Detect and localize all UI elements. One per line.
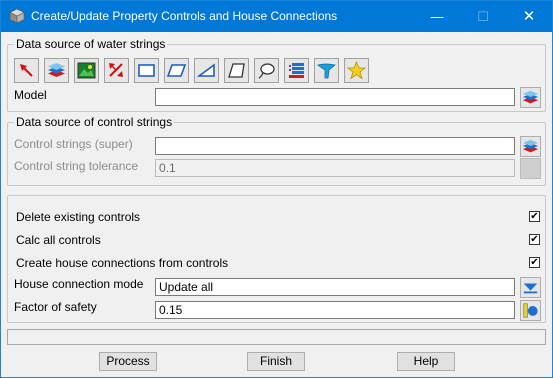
model-layers-icon <box>522 139 539 153</box>
model-layers-icon <box>48 63 65 77</box>
delete-controls-label: Delete existing controls <box>16 210 141 224</box>
view-picture-icon <box>77 62 96 79</box>
pick-arrow-icon <box>20 64 33 77</box>
model-tool-button[interactable] <box>44 58 69 83</box>
funnel-icon <box>317 63 336 79</box>
close-button[interactable]: ✕ <box>506 1 552 32</box>
model-label: Model <box>14 88 47 102</box>
water-strings-group-title: Data source of water strings <box>14 37 168 51</box>
polygon-tool-button[interactable] <box>164 58 189 83</box>
factor-safety-calc-button[interactable] <box>520 300 541 321</box>
house-connections-label: Create house connections from controls <box>16 256 229 270</box>
house-mode-label: House connection mode <box>14 277 144 291</box>
finish-button[interactable]: Finish <box>247 352 305 371</box>
factor-safety-input[interactable]: 0.15 <box>155 301 515 319</box>
control-strings-input[interactable] <box>155 137 515 155</box>
calc-controls-label: Calc all controls <box>16 233 101 247</box>
filter-cross-icon <box>109 63 123 77</box>
layers-stack-icon <box>289 63 304 78</box>
title-bar[interactable]: Create/Update Property Controls and Hous… <box>1 1 552 32</box>
minimize-button[interactable]: — <box>414 1 460 32</box>
house-mode-select[interactable]: Update all <box>155 278 515 296</box>
favourites-tool-button[interactable] <box>344 58 369 83</box>
triangle-tool-button[interactable] <box>194 58 219 83</box>
control-strings-label: Control strings (super) <box>14 137 133 151</box>
control-strings-picker-button[interactable] <box>520 136 541 157</box>
model-input[interactable] <box>155 88 515 106</box>
model-picker-button[interactable] <box>520 87 541 108</box>
house-mode-dropdown-button[interactable] <box>520 277 541 298</box>
app-cube-icon <box>9 8 25 24</box>
model-layers-icon <box>522 90 539 104</box>
status-bar <box>7 329 546 345</box>
control-tolerance-button[interactable] <box>520 158 541 179</box>
lasso-tool-button[interactable] <box>254 58 279 83</box>
chevron-down-icon <box>523 283 538 294</box>
lasso-icon <box>258 63 275 79</box>
pick-string-tool-button[interactable] <box>14 58 39 83</box>
process-button[interactable]: Process <box>99 352 157 371</box>
help-button[interactable]: Help <box>397 352 455 371</box>
star-icon <box>347 61 366 80</box>
dialog-window: Create/Update Property Controls and Hous… <box>0 0 553 378</box>
rectangle-icon <box>138 64 155 77</box>
tin-layers-tool-button[interactable] <box>284 58 309 83</box>
control-tolerance-input[interactable]: 0.1 <box>155 159 515 177</box>
house-connections-checkbox[interactable]: ✔ <box>529 257 540 268</box>
triangle-icon <box>197 63 215 77</box>
lasso-polygon-tool-button[interactable] <box>224 58 249 83</box>
filter-tool-button[interactable] <box>104 58 129 83</box>
function-tool-button[interactable] <box>314 58 339 83</box>
maximize-button[interactable]: ☐ <box>460 1 506 32</box>
control-tolerance-label: Control string tolerance <box>14 159 139 173</box>
calc-controls-checkbox[interactable]: ✔ <box>529 234 540 245</box>
control-strings-group-title: Data source of control strings <box>14 115 175 129</box>
calculator-icon <box>523 303 538 318</box>
delete-controls-checkbox[interactable]: ✔ <box>529 211 540 222</box>
window-title: Create/Update Property Controls and Hous… <box>31 9 338 23</box>
rectangle-tool-button[interactable] <box>134 58 159 83</box>
freeform-polygon-icon <box>228 63 245 78</box>
view-tool-button[interactable] <box>74 58 99 83</box>
factor-safety-label: Factor of safety <box>14 300 97 314</box>
parallelogram-icon <box>167 64 186 77</box>
